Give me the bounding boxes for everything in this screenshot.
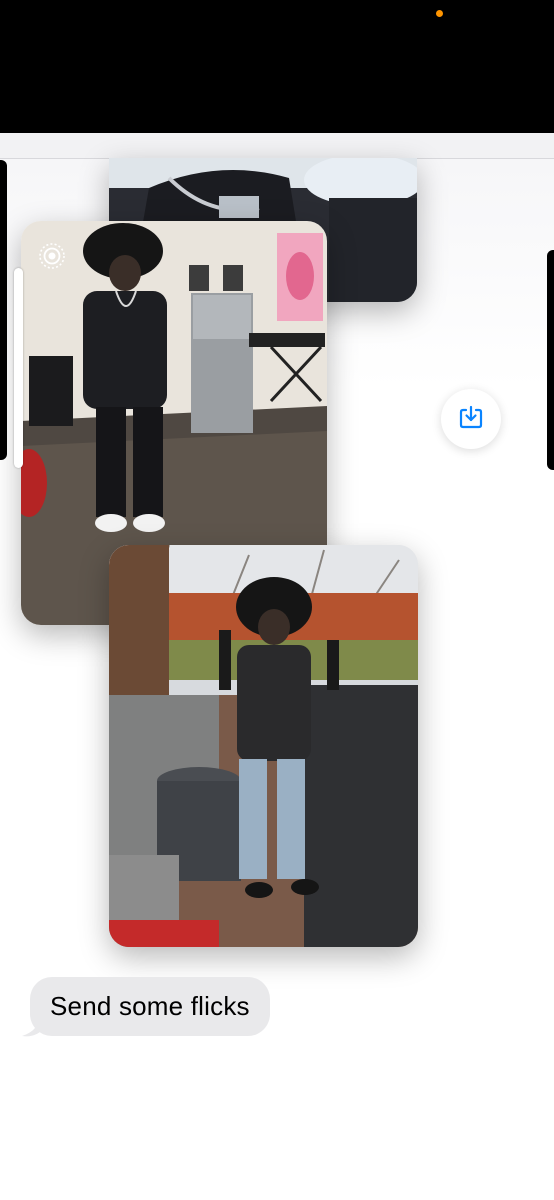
save-to-photos-button[interactable]: [441, 389, 501, 449]
photo-attachment-3[interactable]: [109, 545, 418, 947]
navigation-header: [0, 133, 554, 159]
status-bar: [0, 0, 554, 133]
privacy-indicator-dot: [436, 10, 443, 17]
screen-edge-left: [0, 160, 7, 460]
screen-edge-right: [547, 250, 554, 470]
message-text: Send some flicks: [50, 991, 250, 1021]
live-photo-icon[interactable]: [38, 242, 66, 270]
incoming-message-bubble[interactable]: Send some flicks: [30, 977, 270, 1036]
scroll-indicator[interactable]: [14, 268, 23, 468]
download-tray-icon: [458, 404, 484, 435]
